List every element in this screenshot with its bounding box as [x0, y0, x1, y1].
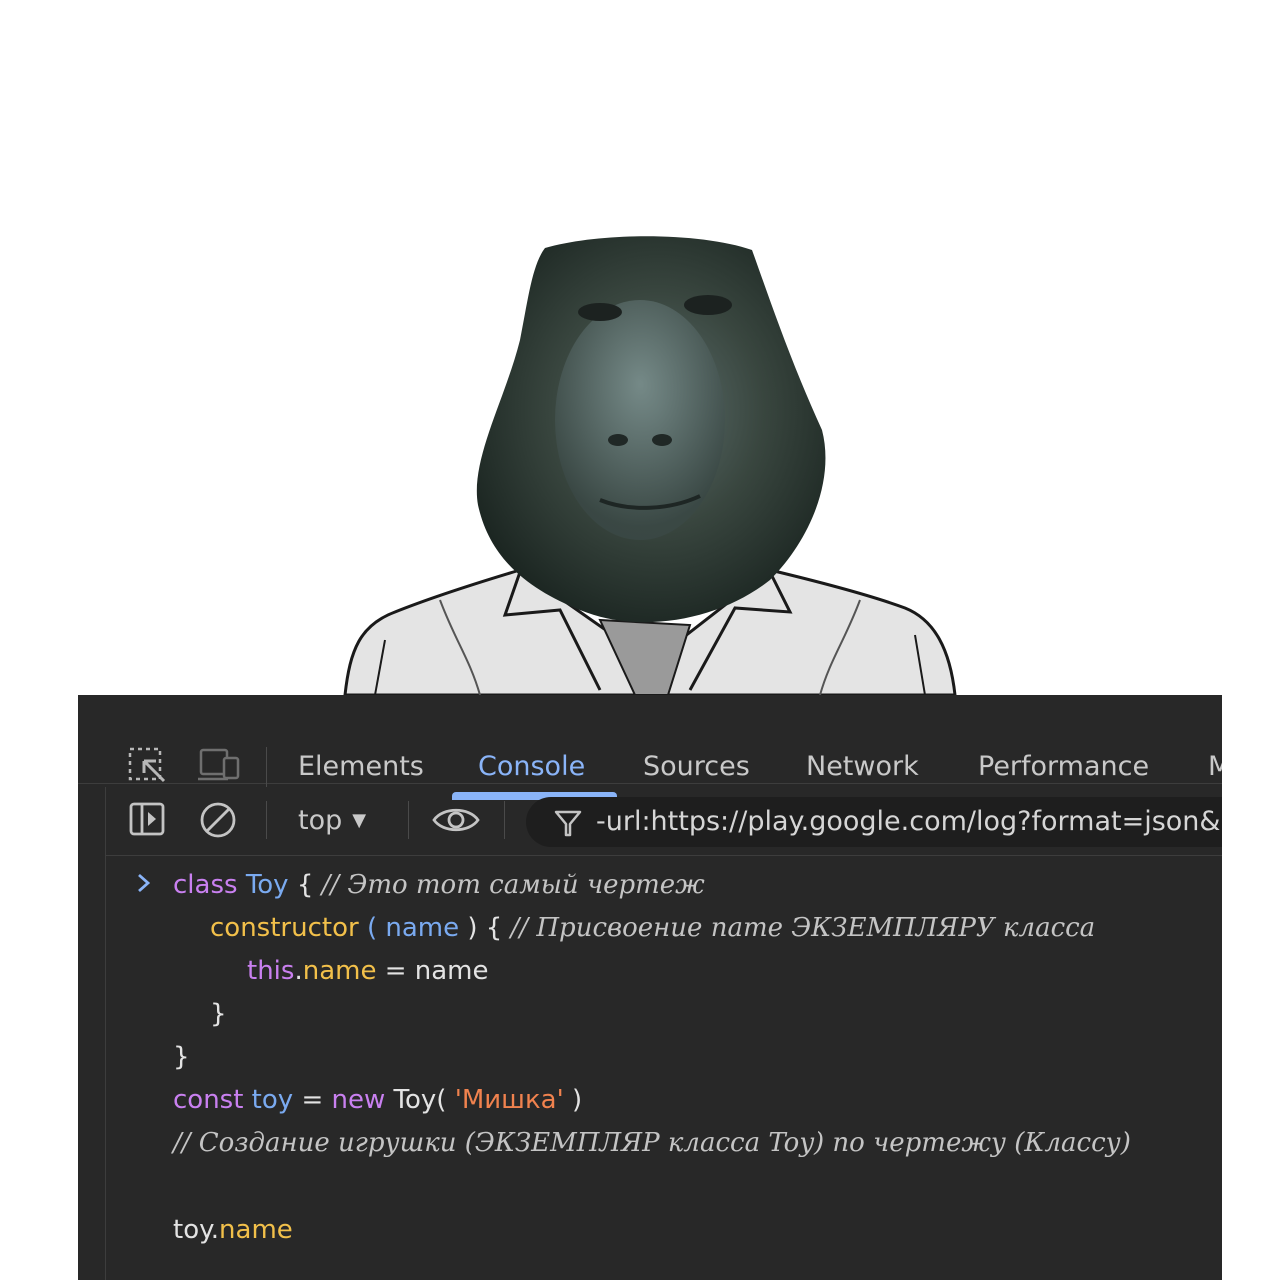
code-property: name	[302, 956, 377, 986]
device-toolbar-icon[interactable]	[198, 747, 242, 785]
devtools-panel: Elements Console Sources Network Perform…	[78, 695, 1222, 1280]
context-value: top	[298, 805, 343, 836]
code-param: name	[385, 913, 460, 943]
tab-elements[interactable]: Elements	[298, 753, 424, 780]
code-constructor-call: Toy(	[385, 1085, 455, 1115]
dropdown-caret-icon: ▼	[352, 810, 367, 831]
code-variable: toy	[243, 1085, 294, 1115]
chevron-right-icon	[138, 873, 151, 893]
code-line-5: }	[173, 1042, 190, 1072]
monkey-in-lab-coat-figure	[343, 236, 957, 697]
code-assignment: = name	[376, 956, 489, 986]
code-paren-open: (	[358, 913, 386, 943]
tab-network[interactable]: Network	[806, 753, 919, 780]
code-brace: }	[210, 999, 227, 1029]
console-filter-input[interactable]: -url:https://play.google.com/log?format=…	[526, 797, 1222, 847]
tab-memory[interactable]: M	[1208, 753, 1222, 780]
keyword-new: new	[331, 1085, 386, 1115]
tab-console[interactable]: Console	[478, 753, 585, 780]
tab-sources[interactable]: Sources	[643, 753, 750, 780]
devtools-tab-bar: Elements Console Sources Network Perform…	[78, 713, 1222, 800]
filter-funnel-icon	[554, 810, 582, 837]
context-selector[interactable]: top ▼	[298, 805, 366, 836]
code-line-1: class Toy { // Это тот самый чертеж	[173, 870, 705, 900]
clear-console-icon[interactable]	[198, 800, 238, 840]
code-paren-close: ) {	[459, 913, 511, 943]
code-string: 'Мишка'	[454, 1085, 564, 1115]
console-toolbar: top ▼ -url:https://play.google.com/log?fo…	[105, 787, 1222, 856]
tab-performance[interactable]: Performance	[978, 753, 1149, 780]
code-object: toy.	[173, 1215, 220, 1245]
live-expression-eye-icon[interactable]	[431, 803, 481, 837]
class-name: Toy	[245, 870, 289, 900]
code-property: name	[219, 1215, 293, 1245]
filter-text: -url:https://play.google.com/log?format=…	[596, 806, 1221, 837]
code-paren-close: )	[563, 1085, 583, 1115]
keyword-constructor: constructor	[210, 913, 359, 943]
code-brace: {	[288, 870, 322, 900]
code-brace: }	[173, 1042, 190, 1072]
code-line-2: constructor ( name ) { // Присвоение nam…	[210, 913, 1095, 943]
code-comment: // Создание игрушки (ЭКЗЕМПЛЯР класса To…	[173, 1128, 1131, 1158]
code-equals: =	[293, 1085, 332, 1115]
code-comment: // Это тот самый чертеж	[321, 870, 705, 900]
code-line-6: const toy = new Toy( 'Мишка' )	[173, 1085, 582, 1115]
show-sidebar-icon[interactable]	[128, 801, 168, 839]
console-output[interactable]: class Toy { // Это тот самый чертеж cons…	[105, 856, 1222, 1280]
keyword-const: const	[173, 1085, 244, 1115]
code-line-3: this.name = name	[247, 956, 489, 986]
code-comment: // Присвоение name ЭКЗЕМПЛЯРУ класса	[510, 913, 1096, 943]
inspect-element-icon[interactable]	[128, 747, 168, 785]
code-dot: .	[294, 956, 303, 986]
keyword-class: class	[173, 870, 238, 900]
code-line-4: }	[210, 999, 227, 1029]
keyword-this: this	[247, 956, 295, 986]
code-line-8: toy.name	[173, 1215, 293, 1245]
code-line-7: // Создание игрушки (ЭКЗЕМПЛЯР класса To…	[173, 1128, 1131, 1158]
